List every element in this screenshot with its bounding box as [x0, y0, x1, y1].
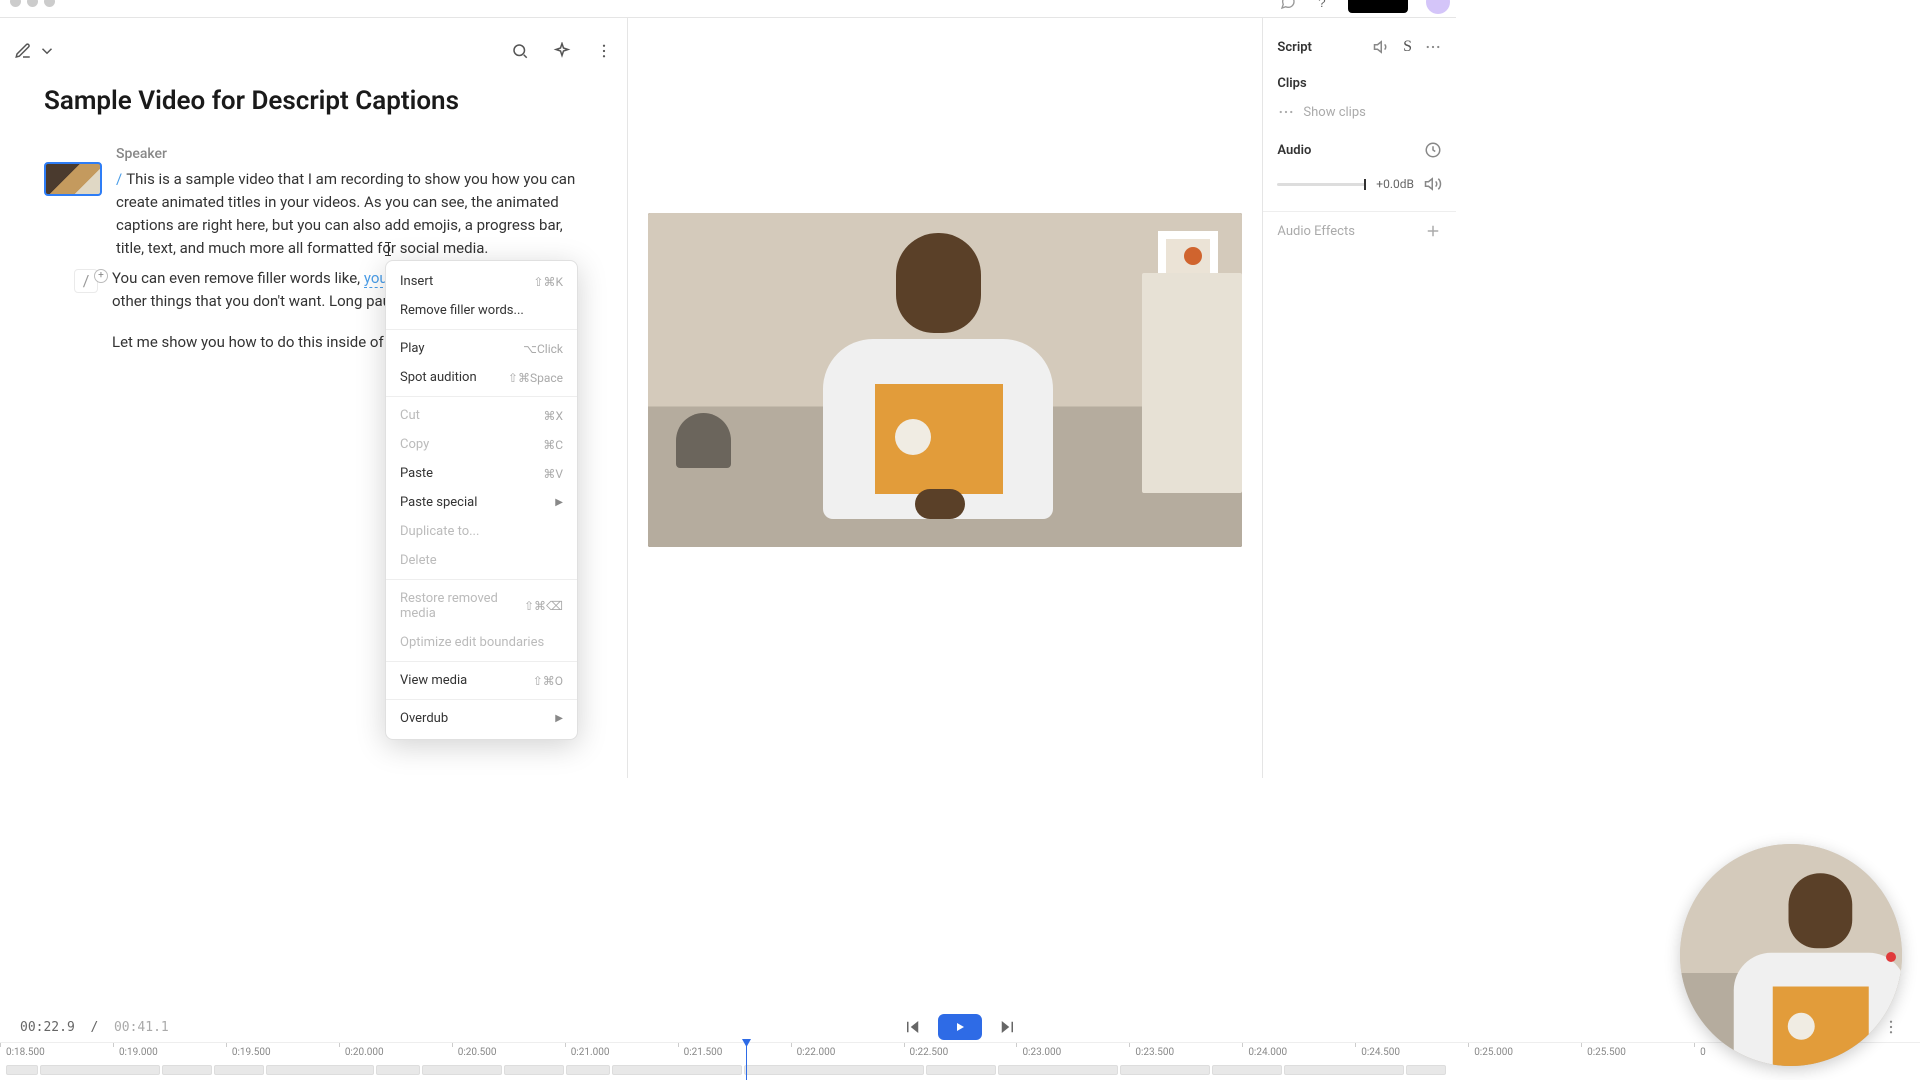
video-pane: [628, 18, 1262, 778]
webcam-pip[interactable]: [1680, 844, 1902, 1066]
upgrade-button[interactable]: [1348, 0, 1408, 13]
timeline-clip[interactable]: [1406, 1065, 1446, 1075]
menu-restore-media: Restore removed media⇧⌘⌫: [386, 584, 577, 628]
chat-icon[interactable]: [1280, 0, 1296, 10]
timeline-tick: 0:20.000: [339, 1047, 452, 1058]
play-button[interactable]: [938, 1014, 982, 1040]
show-clips-button[interactable]: Show clips: [1303, 105, 1442, 120]
timeline-clip[interactable]: [998, 1065, 1118, 1075]
timeline-tick: 0:22.000: [791, 1047, 904, 1058]
timeline-clip[interactable]: [40, 1065, 160, 1075]
script-short-label: S: [1403, 38, 1412, 56]
window-min-dot[interactable]: [27, 0, 38, 7]
menu-delete: Delete: [386, 546, 577, 575]
timeline-clip[interactable]: [926, 1065, 996, 1075]
menu-paste-special[interactable]: Paste special▶: [386, 488, 577, 517]
volume-icon[interactable]: [1373, 38, 1391, 56]
more-icon[interactable]: [595, 42, 613, 60]
submenu-arrow-icon: ▶: [555, 497, 563, 508]
timeline-clip[interactable]: [744, 1065, 924, 1075]
timeline-clip[interactable]: [504, 1065, 564, 1075]
menu-paste[interactable]: Paste⌘V: [386, 459, 577, 488]
record-indicator-icon: [1886, 952, 1896, 962]
skip-back-button[interactable]: [904, 1018, 922, 1036]
timeline-clip[interactable]: [1212, 1065, 1282, 1075]
timeline-tick: 0:21.000: [565, 1047, 678, 1058]
timeline-tick: 0:25.000: [1468, 1047, 1581, 1058]
menu-spot-audition[interactable]: Spot audition⇧⌘Space: [386, 363, 577, 392]
app-top-bar: ?: [0, 0, 1456, 18]
timeline-tick: 0:21.500: [678, 1047, 791, 1058]
help-icon[interactable]: ?: [1314, 0, 1330, 10]
context-menu: Insert⇧⌘K Remove filler words... Play⌥Cl…: [385, 260, 578, 740]
dropdown-chevron-icon[interactable]: [38, 42, 56, 60]
script-section-label: Script: [1277, 40, 1311, 55]
audio-effects-label: Audio Effects: [1277, 224, 1355, 239]
menu-optimize-boundaries: Optimize edit boundaries: [386, 628, 577, 657]
timeline-clip[interactable]: [566, 1065, 610, 1075]
audio-clock-icon[interactable]: [1424, 141, 1442, 159]
timeline-tick: 0:19.500: [226, 1047, 339, 1058]
clip-thumbnail[interactable]: [44, 162, 102, 196]
timeline-clip[interactable]: [422, 1065, 502, 1075]
timeline[interactable]: 0:18.5000:19.0000:19.5000:20.0000:20.500…: [0, 1042, 1920, 1080]
playhead[interactable]: [746, 1043, 747, 1080]
audio-section-label: Audio: [1277, 143, 1311, 158]
add-paragraph-button[interactable]: +: [94, 269, 108, 283]
skip-forward-button[interactable]: [998, 1018, 1016, 1036]
sparkle-icon[interactable]: [553, 42, 571, 60]
speaker-label[interactable]: Speaker: [116, 144, 579, 166]
menu-play[interactable]: Play⌥Click: [386, 334, 577, 363]
timeline-tick: 0:24.500: [1355, 1047, 1468, 1058]
volume-db-label: +0.0dB: [1376, 177, 1414, 191]
menu-duplicate: Duplicate to...: [386, 517, 577, 546]
video-preview[interactable]: [648, 213, 1242, 547]
timeline-tick: 0:18.500: [0, 1047, 113, 1058]
timeline-clip[interactable]: [1120, 1065, 1210, 1075]
timeline-clip[interactable]: [266, 1065, 374, 1075]
timeline-tick: 0:22.500: [904, 1047, 1017, 1058]
text-caret-icon: [388, 242, 389, 256]
playback-bar: 00:22.9 / 00:41.1: [0, 1012, 1920, 1042]
timeline-tick: 0:23.500: [1129, 1047, 1242, 1058]
timeline-clip[interactable]: [376, 1065, 420, 1075]
submenu-arrow-icon: ▶: [555, 713, 563, 724]
menu-insert[interactable]: Insert⇧⌘K: [386, 267, 577, 296]
current-time: 00:22.9: [20, 1020, 75, 1035]
transcript-paragraph[interactable]: Speaker /This is a sample video that I a…: [116, 144, 579, 261]
menu-remove-filler[interactable]: Remove filler words...: [386, 296, 577, 325]
timeline-tick: 0:25.500: [1581, 1047, 1694, 1058]
timeline-tick: 0:19.000: [113, 1047, 226, 1058]
panel-more-icon[interactable]: [1424, 38, 1442, 56]
slash-marker: /: [116, 170, 122, 188]
volume-slider[interactable]: [1277, 183, 1366, 186]
menu-cut: Cut⌘X: [386, 401, 577, 430]
timeline-clip[interactable]: [6, 1065, 38, 1075]
timeline-tick: 0:20.500: [452, 1047, 565, 1058]
clips-more-icon[interactable]: [1277, 103, 1295, 121]
document-title[interactable]: Sample Video for Descript Captions: [0, 66, 627, 134]
add-audio-effect-button[interactable]: [1424, 222, 1442, 240]
user-avatar[interactable]: [1426, 0, 1450, 14]
timeline-tick: 0:23.000: [1016, 1047, 1129, 1058]
volume-speaker-icon[interactable]: [1424, 175, 1442, 193]
window-close-dot[interactable]: [10, 0, 21, 7]
timeline-clip[interactable]: [162, 1065, 212, 1075]
menu-overdub[interactable]: Overdub▶: [386, 704, 577, 733]
timeline-clip[interactable]: [612, 1065, 742, 1075]
timeline-clip[interactable]: [1284, 1065, 1404, 1075]
compose-icon[interactable]: [14, 42, 32, 60]
menu-copy: Copy⌘C: [386, 430, 577, 459]
clips-section-label: Clips: [1277, 76, 1306, 91]
timeline-tick: 0:24.000: [1242, 1047, 1355, 1058]
menu-view-media[interactable]: View media⇧⌘O: [386, 666, 577, 695]
total-time: 00:41.1: [114, 1020, 169, 1035]
window-max-dot[interactable]: [44, 0, 55, 7]
timeline-clip[interactable]: [214, 1065, 264, 1075]
properties-panel: Script S Clips Show clips Audio +0.0dB A…: [1262, 18, 1456, 778]
search-icon[interactable]: [511, 42, 529, 60]
